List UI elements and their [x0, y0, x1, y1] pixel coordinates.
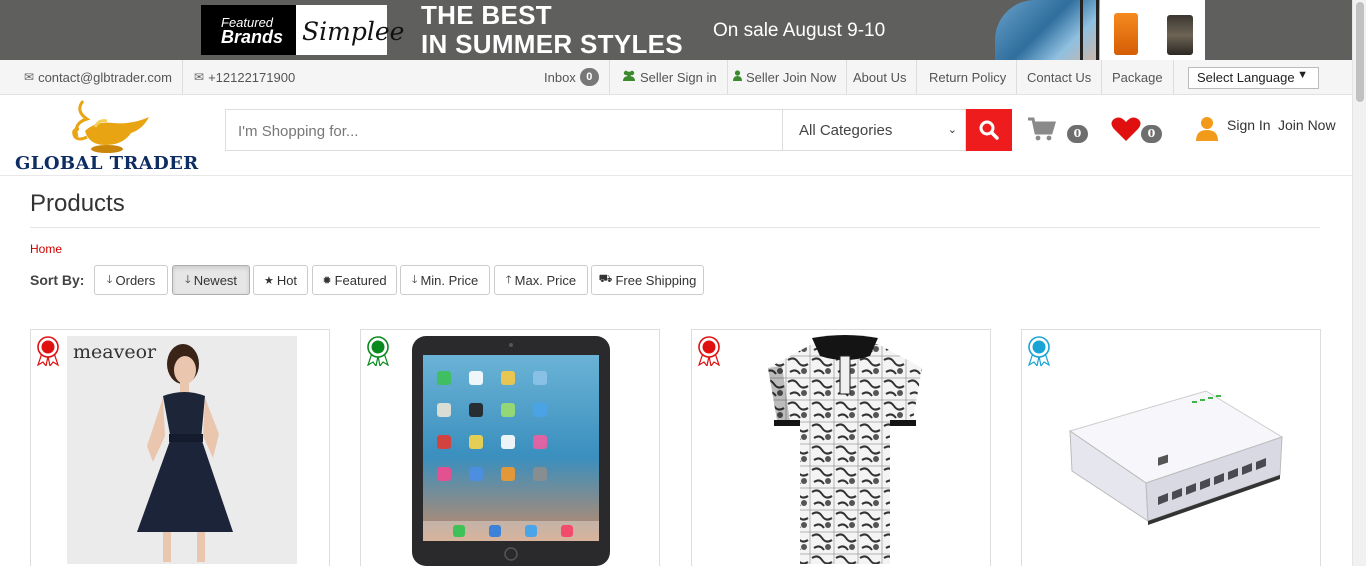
contact-email[interactable]: ✉ contact@glbtrader.com [14, 60, 183, 94]
award-ribbon-icon [367, 336, 389, 366]
search-icon [979, 120, 999, 140]
promo-banner[interactable]: Featured Brands Simplee THE BEST IN SUMM… [0, 0, 1352, 60]
search-button[interactable] [966, 109, 1012, 151]
breadcrumb-home[interactable]: Home [30, 242, 62, 256]
headline-line-2: IN SUMMER STYLES [421, 29, 683, 59]
chevron-down-icon: ⌄ [947, 124, 957, 136]
package-link[interactable]: Package [1102, 60, 1174, 94]
package-label: Package [1112, 69, 1163, 85]
sort-newest-button[interactable]: 🡓 Newest [172, 265, 250, 295]
brand-watermark: meaveor [73, 341, 157, 363]
sort-max-price-label: Max. Price [514, 272, 577, 288]
seller-sign-in-label: Seller Sign in [640, 69, 717, 85]
brands-label: Brands [221, 27, 284, 47]
brand-name: Simplee [302, 17, 405, 46]
award-ribbon-icon [37, 336, 59, 366]
page-scrollbar[interactable] [1352, 0, 1366, 566]
sort-featured-button[interactable]: ✹ Featured [312, 265, 397, 295]
envelope-icon: ✉ [24, 70, 35, 84]
category-select[interactable]: All Categories ⌄ [782, 109, 966, 151]
seller-join-link[interactable]: Seller Join Now [723, 60, 848, 94]
cart-count-badge: 0 [1067, 125, 1088, 143]
seller-join-label: Seller Join Now [746, 69, 837, 85]
sort-featured-label: Featured [334, 272, 387, 288]
sort-hot-button[interactable]: ★ Hot [253, 265, 308, 295]
sign-in-link[interactable]: Sign In [1227, 117, 1271, 133]
scrollbar-thumb[interactable] [1356, 2, 1364, 102]
return-policy-label: Return Policy [929, 69, 1007, 85]
site-logo[interactable]: GLOBAL TRADER [15, 95, 199, 174]
sort-free-shipping-label: Free Shipping [615, 272, 697, 288]
sort-min-price-label: Min. Price [420, 272, 479, 288]
product-card[interactable] [691, 329, 991, 566]
star-icon: ★ [263, 274, 274, 287]
banner-rail-decor [1096, 0, 1099, 60]
join-now-link[interactable]: Join Now [1278, 117, 1336, 133]
banner-model-image [995, 0, 1105, 60]
banner-rail-decor [1080, 0, 1083, 60]
featured-brands-label: Featured Brands [201, 5, 296, 55]
headline-line-1: THE BEST [421, 0, 552, 30]
users-icon [622, 70, 636, 84]
contact-phone[interactable]: ✉ +12122171900 [184, 60, 305, 94]
sort-orders-button[interactable]: 🡓 Orders [94, 265, 168, 295]
shopping-cart-icon[interactable] [1028, 117, 1056, 141]
envelope-icon: ✉ [194, 70, 205, 84]
triangle-down-icon: ▼ [1297, 69, 1308, 81]
featured-brands-box[interactable]: Featured Brands Simplee [201, 5, 405, 55]
magic-lamp-icon [72, 100, 149, 153]
seller-sign-in-link[interactable]: Seller Sign in [612, 60, 728, 94]
phone-text: +12122171900 [208, 69, 296, 85]
banner-sale-text: On sale August 9-10 [713, 20, 886, 41]
contact-us-label: Contact Us [1027, 69, 1092, 85]
dark-jar-image [1167, 15, 1193, 55]
language-select[interactable]: Select Language ▼ [1188, 67, 1319, 89]
orange-jar-image [1114, 13, 1138, 55]
main-header: GLOBAL TRADER I'm Shopping for... All Ca… [0, 95, 1352, 176]
arrow-down-icon: 🡓 [411, 273, 418, 286]
heart-icon[interactable] [1111, 116, 1141, 142]
award-ribbon-icon [698, 336, 720, 366]
contact-us-link[interactable]: Contact Us [1017, 60, 1103, 94]
page: Featured Brands Simplee THE BEST IN SUMM… [0, 0, 1366, 566]
arrow-up-icon: 🡑 [505, 273, 512, 286]
email-text: contact@glbtrader.com [38, 69, 172, 85]
page-title: Products [30, 190, 125, 217]
product-card[interactable]: meaveor [30, 329, 330, 566]
sort-max-price-button[interactable]: 🡑 Max. Price [494, 265, 588, 295]
logo-text: GLOBAL TRADER [15, 153, 199, 174]
user-icon [733, 70, 742, 84]
top-utility-bar: ✉ contact@glbtrader.com ✉ +12122171900 I… [0, 60, 1352, 95]
award-ribbon-icon [1028, 336, 1050, 366]
inbox-count-badge: 0 [579, 68, 599, 86]
title-divider [30, 227, 1320, 228]
category-select-value: All Categories [799, 122, 893, 139]
polo-shirt-product-image [768, 335, 922, 564]
truck-icon: ⛟ [598, 273, 613, 285]
sort-hot-label: Hot [276, 272, 298, 288]
user-icon[interactable] [1196, 116, 1218, 141]
return-policy-link[interactable]: Return Policy [919, 60, 1018, 94]
arrow-down-icon: 🡓 [106, 273, 113, 286]
sort-label: Sort By: [30, 272, 85, 288]
search-input[interactable]: I'm Shopping for... [225, 109, 783, 151]
sort-min-price-button[interactable]: 🡓 Min. Price [400, 265, 490, 295]
inbox-label: Inbox [544, 69, 576, 85]
certificate-icon: ✹ [322, 274, 332, 287]
network-switch-product-image [1068, 390, 1284, 525]
about-us-label: About Us [853, 69, 907, 85]
arrow-down-icon: 🡓 [184, 273, 191, 286]
dress-product-image: meaveor [67, 336, 297, 564]
banner-headline: THE BEST IN SUMMER STYLES [421, 1, 683, 59]
sort-newest-label: Newest [193, 272, 238, 288]
product-card[interactable] [360, 329, 660, 566]
about-us-link[interactable]: About Us [843, 60, 918, 94]
product-card[interactable] [1021, 329, 1321, 566]
sort-orders-label: Orders [115, 272, 156, 288]
language-select-value: Select Language [1197, 70, 1295, 85]
wishlist-count-badge: 0 [1141, 125, 1162, 143]
sort-free-shipping-button[interactable]: ⛟ Free Shipping [591, 265, 704, 295]
tablet-product-image [412, 336, 610, 566]
inbox-link[interactable]: Inbox 0 [534, 60, 610, 94]
